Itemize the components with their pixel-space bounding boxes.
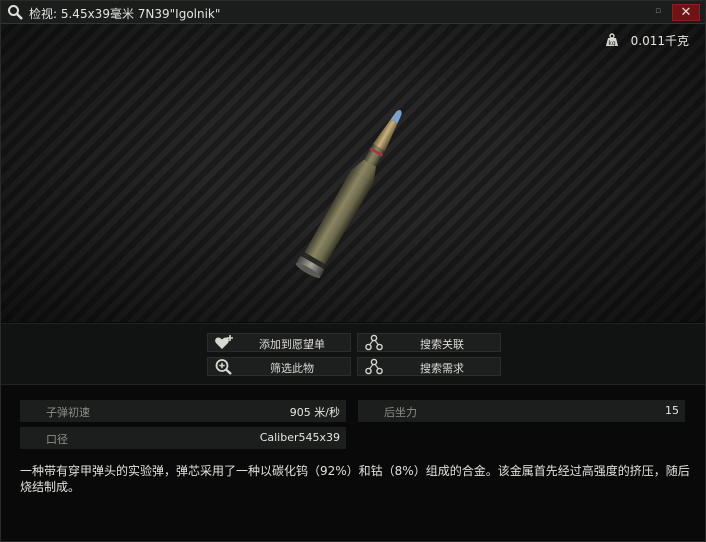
item-description: 一种带有穿甲弹头的实验弹，弹芯采用了一种以碳化钨（92%）和钴（8%）组成的合金… [20, 464, 690, 494]
network-icon [365, 358, 383, 375]
filter-item-button[interactable]: 筛选此物 [207, 357, 351, 376]
heart-plus-icon [215, 335, 233, 349]
add-to-wishlist-label: 添加到愿望单 [259, 338, 325, 351]
caliber-value: Caliber545x39 [259, 431, 340, 444]
add-to-wishlist-button[interactable]: 添加到愿望单 [207, 333, 351, 352]
inspect-window: 检视: 5.45x39毫米 7N39"Igolnik" ▫ ✕ kg 0.011… [0, 0, 706, 542]
close-button[interactable]: ✕ [672, 4, 700, 21]
filter-item-label: 筛选此物 [270, 362, 314, 375]
svg-text:kg: kg [608, 40, 615, 47]
stat-row-caliber: 口径 Caliber545x39 [20, 427, 346, 449]
stat-row-recoil: 后坐力 15 [358, 400, 685, 422]
recoil-value: 15 [665, 404, 679, 417]
velocity-label: 子弹初速 [46, 406, 90, 419]
search-requirements-button[interactable]: 搜索需求 [357, 357, 501, 376]
network-icon [365, 334, 383, 351]
weight-value: 0.011千克 [630, 34, 689, 48]
action-bar: 添加到愿望单 搜索关联 筛选此物 搜索需求 [1, 323, 705, 385]
search-requirements-label: 搜索需求 [420, 362, 464, 375]
title-bar[interactable]: 检视: 5.45x39毫米 7N39"Igolnik" ▫ ✕ [1, 1, 705, 24]
magnifier-icon [8, 5, 23, 20]
velocity-value: 905 米/秒 [289, 406, 340, 419]
weight-icon: kg [605, 33, 618, 47]
zoom-in-icon [215, 359, 232, 375]
item-preview[interactable]: kg 0.011千克 [1, 24, 705, 322]
cartridge-image [295, 110, 402, 278]
weight-display: kg 0.011千克 [605, 32, 689, 49]
search-related-button[interactable]: 搜索关联 [357, 333, 501, 352]
window-title: 检视: 5.45x39毫米 7N39"Igolnik" [29, 7, 221, 21]
caliber-label: 口径 [46, 433, 68, 446]
recoil-label: 后坐力 [384, 406, 417, 419]
search-related-label: 搜索关联 [420, 338, 464, 351]
minimize-button[interactable]: ▫ [653, 6, 663, 16]
stat-row-velocity: 子弹初速 905 米/秒 [20, 400, 346, 422]
